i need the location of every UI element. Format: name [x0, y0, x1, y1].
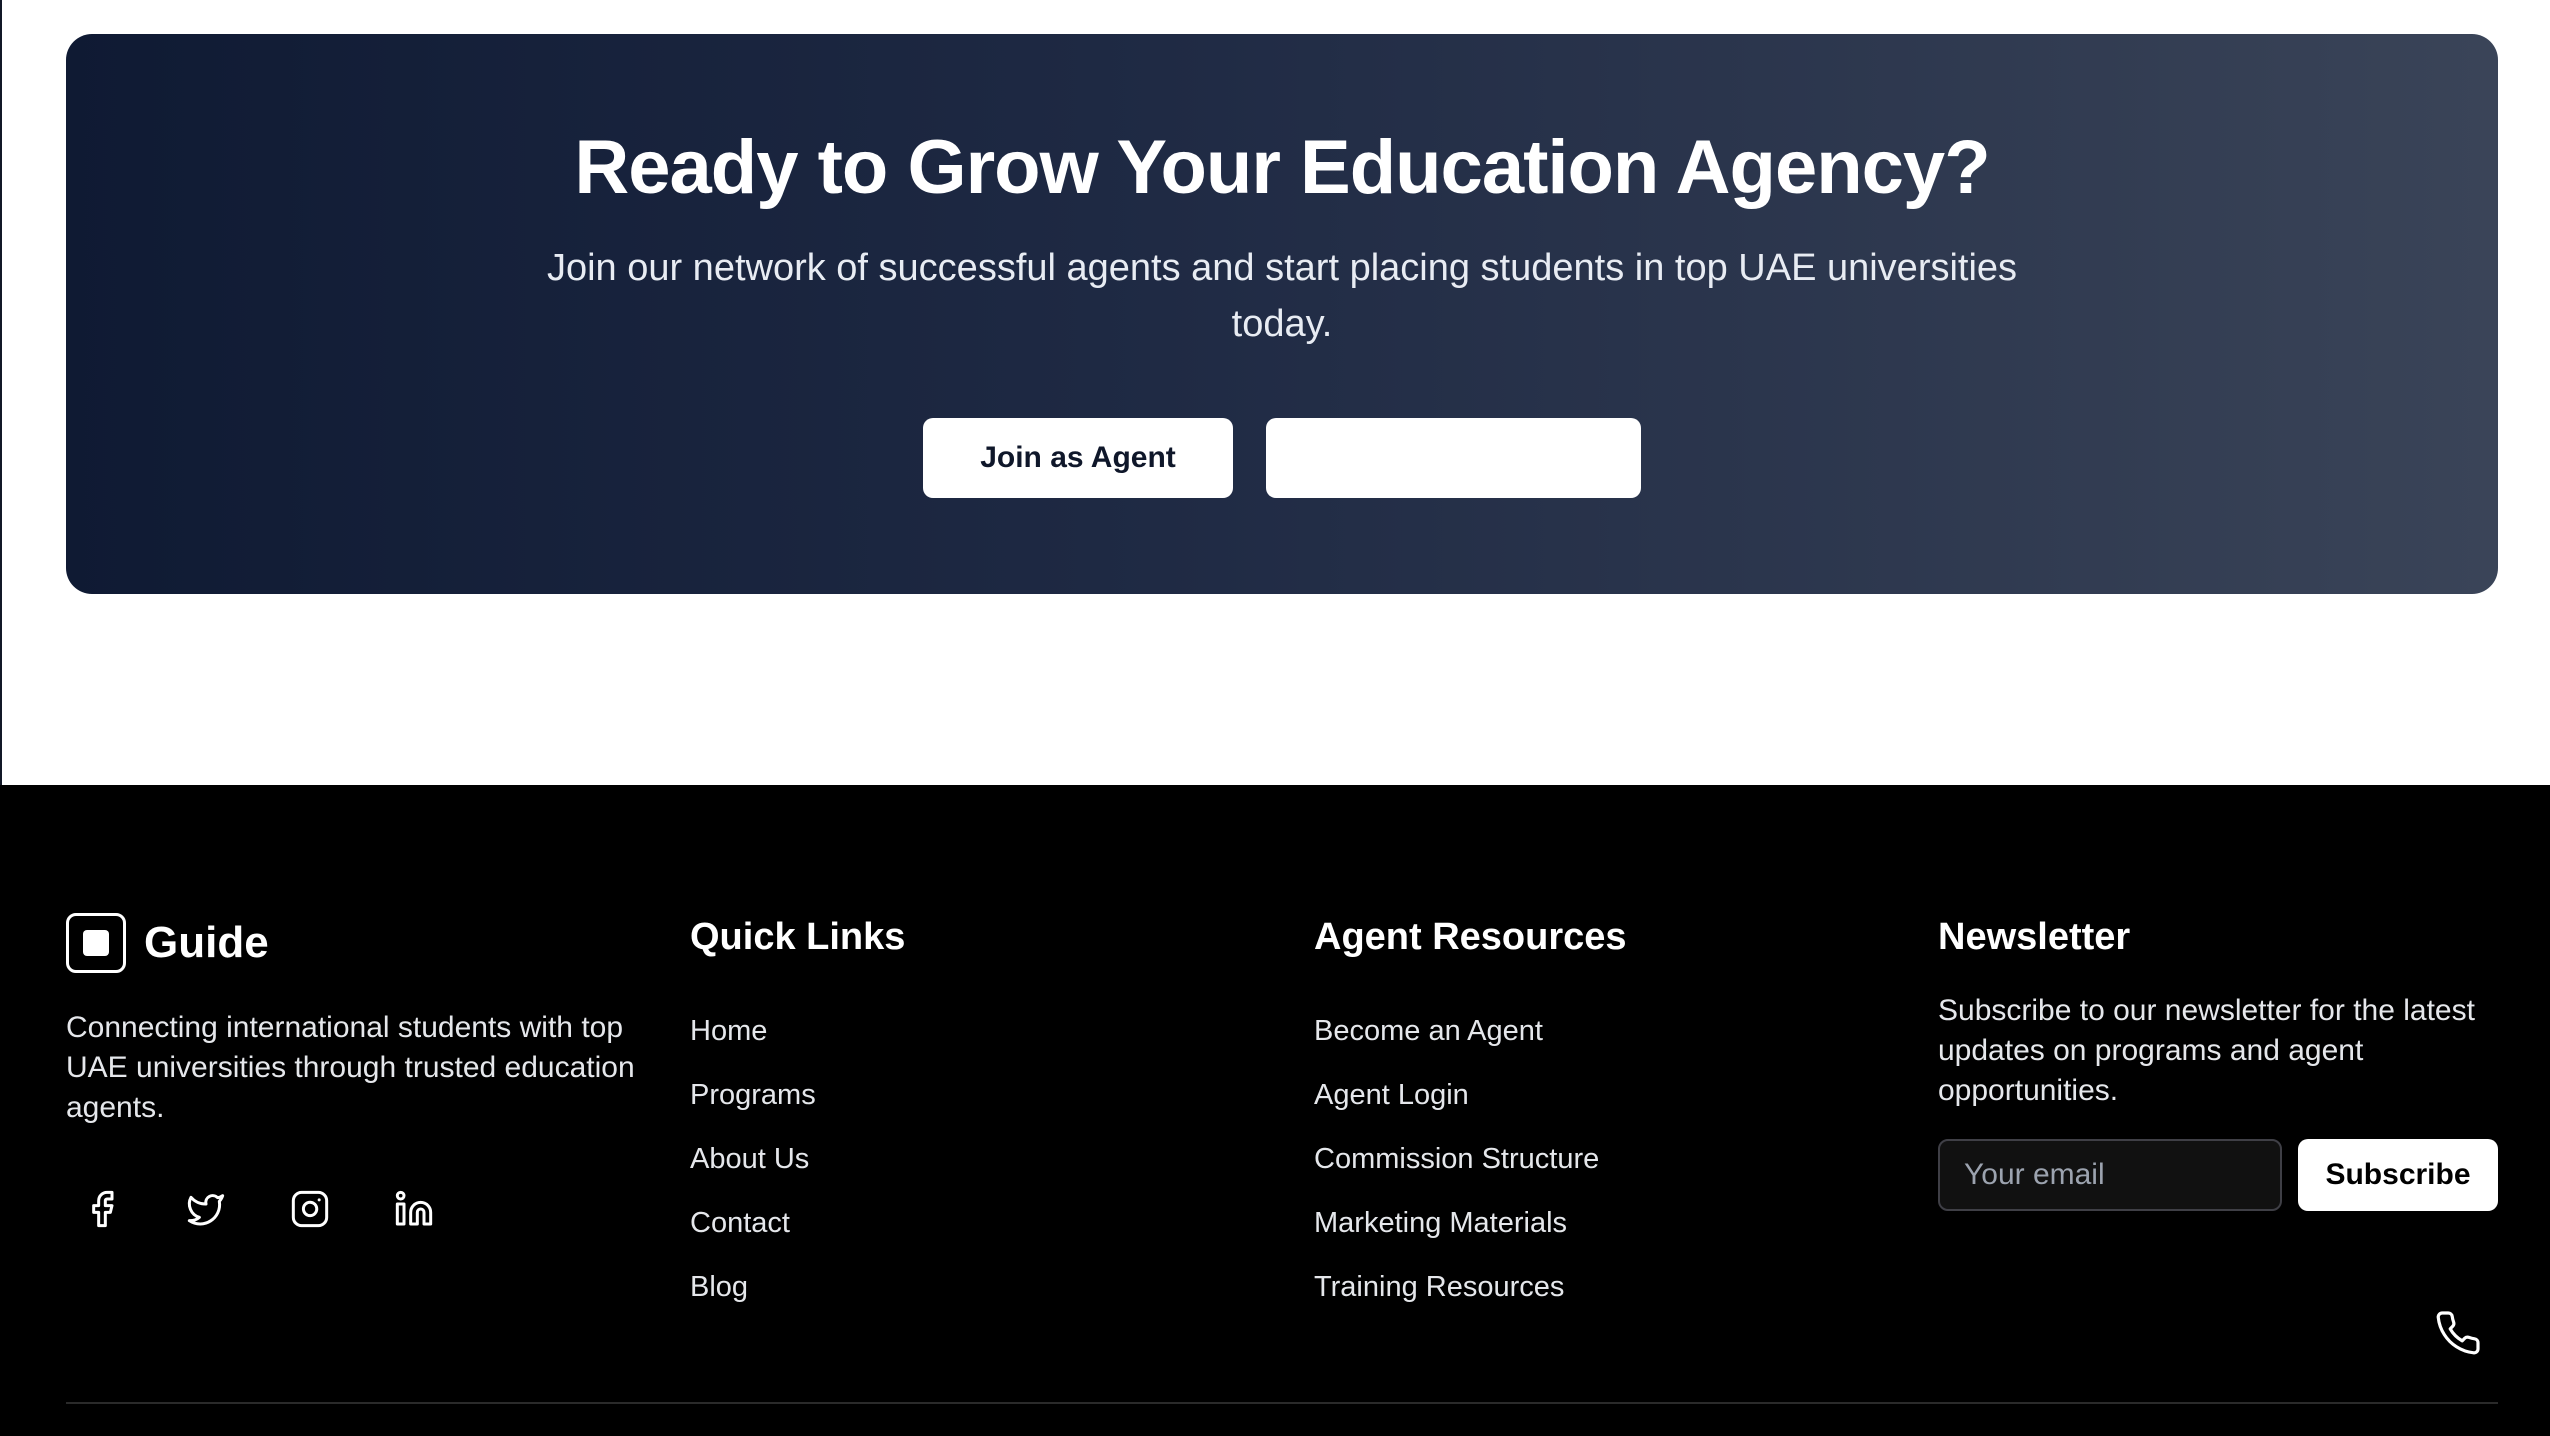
quick-links-column: Quick Links Home Programs About Us Conta…: [690, 916, 906, 1319]
twitter-icon[interactable]: [170, 1173, 242, 1245]
footer-link-agent-login[interactable]: Agent Login: [1314, 1063, 1627, 1127]
secondary-cta-button[interactable]: [1266, 418, 1641, 498]
agent-resources-column: Agent Resources Become an Agent Agent Lo…: [1314, 916, 1627, 1319]
footer-link-about-us[interactable]: About Us: [690, 1127, 905, 1191]
cta-banner: Ready to Grow Your Education Agency? Joi…: [66, 34, 2498, 594]
linkedin-icon[interactable]: [378, 1173, 450, 1245]
footer-link-marketing-materials[interactable]: Marketing Materials: [1314, 1191, 1627, 1255]
newsletter-form: Subscribe: [1938, 1139, 2498, 1211]
footer-link-commission-structure[interactable]: Commission Structure: [1314, 1127, 1627, 1191]
footer-link-become-agent[interactable]: Become an Agent: [1314, 999, 1627, 1063]
newsletter-description: Subscribe to our newsletter for the late…: [1938, 993, 2475, 1107]
newsletter-heading: Newsletter: [1938, 916, 2131, 958]
join-as-agent-button[interactable]: Join as Agent: [923, 418, 1233, 498]
footer-link-programs[interactable]: Programs: [690, 1063, 905, 1127]
footer-brand[interactable]: Guide: [66, 913, 269, 973]
facebook-icon[interactable]: [66, 1173, 138, 1245]
page-left-border: [0, 0, 2, 785]
social-links: [66, 1173, 482, 1245]
newsletter-email-input[interactable]: [1938, 1139, 2282, 1211]
footer-link-home[interactable]: Home: [690, 999, 905, 1063]
newsletter-column: Newsletter Subscribe to our newsletter f…: [1938, 916, 2498, 1211]
footer-link-training-resources[interactable]: Training Resources: [1314, 1255, 1627, 1319]
cta-subtitle: Join our network of successful agents an…: [546, 247, 2018, 345]
cta-title: Ready to Grow Your Education Agency?: [574, 125, 1990, 210]
instagram-icon[interactable]: [274, 1173, 346, 1245]
footer-divider: [66, 1402, 2498, 1404]
site-footer: Guide Connecting international students …: [0, 785, 2550, 1436]
brand-name: Guide: [144, 918, 269, 967]
brand-description: Connecting international students with t…: [66, 1011, 635, 1124]
footer-link-blog[interactable]: Blog: [690, 1255, 905, 1319]
footer-link-contact[interactable]: Contact: [690, 1191, 905, 1255]
agent-resources-heading: Agent Resources: [1314, 916, 1627, 958]
phone-icon[interactable]: [2430, 1305, 2486, 1361]
logo-icon: [66, 913, 126, 973]
subscribe-button[interactable]: Subscribe: [2298, 1139, 2498, 1211]
quick-links-heading: Quick Links: [690, 916, 906, 958]
